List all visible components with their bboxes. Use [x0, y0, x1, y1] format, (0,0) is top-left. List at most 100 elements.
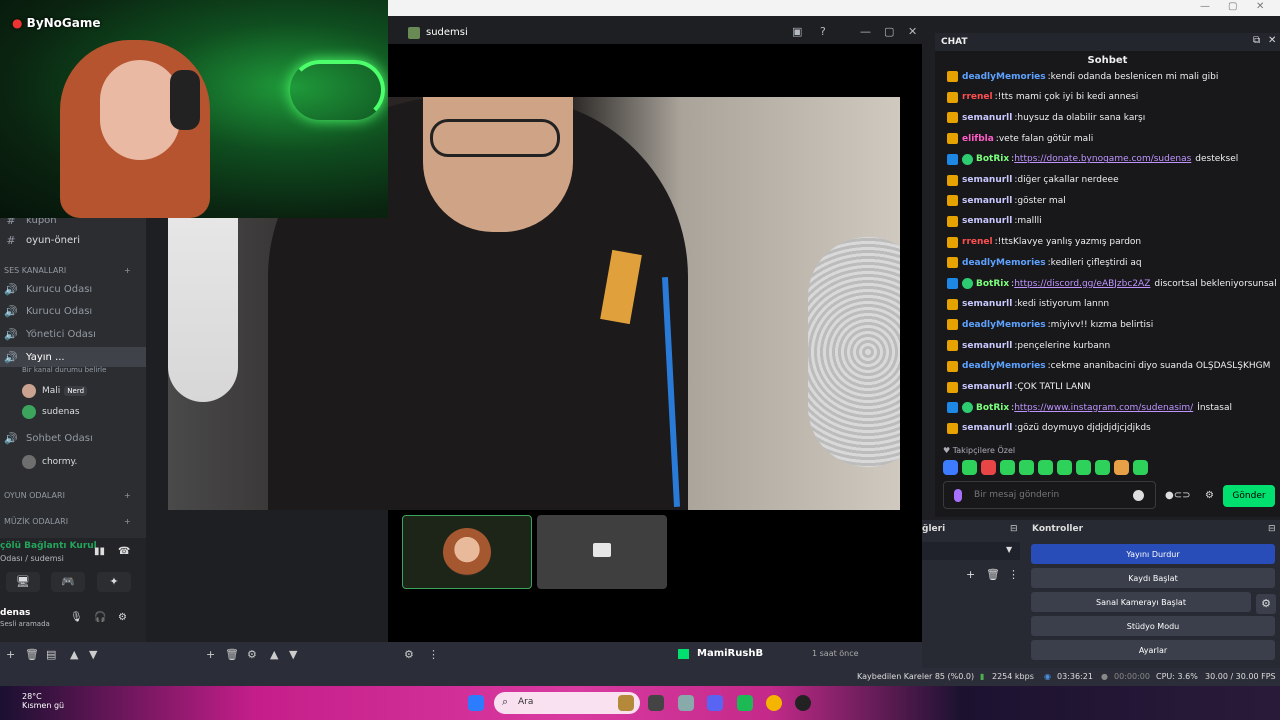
windows-start-icon[interactable]	[468, 695, 484, 711]
voice-channel-yonetici[interactable]: 🔊 Yönetici Odası	[0, 324, 146, 344]
emote-icon[interactable]	[962, 460, 977, 475]
settings-gear-icon[interactable]: ⚙	[247, 648, 257, 661]
emote-icon[interactable]	[981, 460, 996, 475]
sources-select[interactable]: ▼	[922, 542, 1020, 560]
chat-username[interactable]: semanurll	[962, 299, 1012, 309]
settings-app-icon[interactable]	[678, 695, 694, 711]
chat-input-box[interactable]	[943, 481, 1156, 509]
voice-channel-sohbet[interactable]: 🔊 Sohbet Odası	[0, 428, 146, 448]
chat-message-input[interactable]	[974, 486, 1124, 504]
dock-menu-icon[interactable]: ⊟	[1268, 524, 1276, 534]
emote-icon[interactable]	[1133, 460, 1148, 475]
add-icon[interactable]: +	[6, 648, 15, 661]
chrome-icon[interactable]	[766, 695, 782, 711]
weather-widget[interactable]: 28°C Kısmen gü	[22, 692, 64, 710]
chat-username[interactable]: deadlyMemories	[962, 361, 1046, 371]
chat-username[interactable]: elifbla	[962, 134, 994, 144]
category-voice[interactable]: SES KANALLARI +	[4, 266, 131, 275]
obs-icon[interactable]	[795, 695, 811, 711]
channel-oyun-oneri[interactable]: # oyun-öneri	[0, 230, 146, 250]
settings-button[interactable]: Ayarlar	[1031, 640, 1275, 660]
member-mali[interactable]: Mali Nerd	[22, 384, 88, 398]
close-icon[interactable]: ✕	[1256, 1, 1264, 12]
settings-gear-icon[interactable]: ⚙	[118, 612, 127, 623]
soundboard-button[interactable]: ✦	[97, 572, 131, 592]
member-chormy[interactable]: chormy.	[22, 455, 77, 469]
participant-thumbnail-sudenas[interactable]	[402, 515, 532, 589]
maximize-icon[interactable]: ▢	[1228, 1, 1237, 12]
emote-icon[interactable]	[1000, 460, 1015, 475]
add-channel-icon[interactable]: +	[124, 517, 131, 526]
virtual-camera-settings-icon[interactable]: ⚙	[1256, 594, 1276, 614]
close-icon[interactable]: ✕	[908, 25, 917, 38]
emote-icon[interactable]	[1057, 460, 1072, 475]
chat-username[interactable]: semanurll	[962, 175, 1012, 185]
dock-menu-icon[interactable]: ⊟	[1010, 524, 1018, 534]
chat-link[interactable]: https://donate.bynogame.com/sudenas	[1014, 154, 1191, 164]
more-options-icon[interactable]: ⋮	[428, 648, 439, 661]
studio-mode-button[interactable]: Stüdyo Modu	[1031, 616, 1275, 636]
disconnect-icon[interactable]: ☎	[118, 546, 130, 557]
maximize-icon[interactable]: ▢	[884, 25, 894, 38]
start-recording-button[interactable]: Kaydı Başlat	[1031, 568, 1275, 588]
trash-icon[interactable]: 🗑	[986, 568, 1000, 581]
stop-stream-button[interactable]: Yayını Durdur	[1031, 544, 1275, 564]
emote-icon[interactable]	[1019, 460, 1034, 475]
start-virtual-camera-button[interactable]: Sanal Kamerayı Başlat	[1031, 592, 1251, 612]
emote-icon[interactable]	[1038, 460, 1053, 475]
more-options-icon[interactable]: ⋮	[1008, 568, 1019, 581]
add-icon[interactable]: +	[966, 568, 975, 581]
emote-icon[interactable]	[943, 460, 958, 475]
minimize-icon[interactable]: —	[1200, 1, 1210, 12]
chat-username[interactable]: deadlyMemories	[962, 72, 1046, 82]
filter-icon[interactable]: ▤	[46, 648, 56, 661]
mixer-settings-icon[interactable]: ⚙	[404, 648, 414, 661]
send-button[interactable]: Gönder	[1223, 485, 1275, 507]
voice-channel-path[interactable]: Odası / sudemsi	[0, 554, 64, 563]
chat-username[interactable]: BotRix	[976, 279, 1009, 289]
help-icon[interactable]: ?	[820, 25, 826, 38]
chat-username[interactable]: semanurll	[962, 423, 1012, 433]
voice-icon[interactable]	[954, 489, 962, 502]
settings-gear-icon[interactable]: ⚙	[1205, 490, 1214, 501]
move-up-icon[interactable]: ▲	[270, 648, 278, 661]
emote-icon[interactable]	[1076, 460, 1091, 475]
channel-status-placeholder[interactable]: Bir kanal durumu belirle	[22, 366, 106, 374]
add-icon[interactable]: +	[206, 648, 215, 661]
chat-username[interactable]: semanurll	[962, 216, 1012, 226]
trash-icon[interactable]: 🗑	[25, 648, 39, 661]
chat-link[interactable]: https://discord.gg/eABJzbc2AZ	[1014, 279, 1150, 289]
add-channel-icon[interactable]: +	[124, 491, 131, 500]
chat-username[interactable]: rrenel	[962, 92, 993, 102]
chat-username[interactable]: semanurll	[962, 382, 1012, 392]
file-explorer-icon[interactable]	[618, 695, 634, 711]
category-music[interactable]: MÜZİK ODALARI +	[4, 517, 131, 526]
chat-username[interactable]: deadlyMemories	[962, 258, 1046, 268]
chat-username[interactable]: BotRix	[976, 403, 1009, 413]
spotify-icon[interactable]	[737, 695, 753, 711]
member-sudenas[interactable]: sudenas	[22, 405, 80, 419]
participant-thumbnail-camera-off[interactable]	[537, 515, 667, 589]
add-channel-icon[interactable]: +	[124, 266, 131, 275]
move-down-icon[interactable]: ▼	[289, 648, 297, 661]
category-games[interactable]: OYUN ODALARI +	[4, 491, 131, 500]
emote-icon[interactable]	[1095, 460, 1110, 475]
trash-icon[interactable]: 🗑	[225, 648, 239, 661]
screen-share-button[interactable]: 🖥	[6, 572, 40, 592]
microphone-icon[interactable]: 🎙	[70, 612, 83, 623]
discord-icon[interactable]	[707, 695, 723, 711]
current-user-name[interactable]: denas	[0, 608, 30, 618]
chat-username[interactable]: deadlyMemories	[962, 320, 1046, 330]
voice-channel-kurucu-2[interactable]: 🔊 Kurucu Odası	[0, 301, 146, 321]
emote-icon[interactable]	[1114, 460, 1129, 475]
signal-icon[interactable]: ▮▮	[94, 546, 105, 557]
minimize-icon[interactable]: —	[860, 25, 871, 38]
float-dock-icon[interactable]: ⧉	[1253, 35, 1260, 46]
headphones-icon[interactable]: 🎧	[94, 612, 106, 623]
voice-channel-kurucu-1[interactable]: 🔊 Kurucu Odası	[0, 279, 146, 299]
close-icon[interactable]: ✕	[1268, 35, 1276, 46]
voice-channel-yayin[interactable]: 🔊 Yayın ...	[0, 347, 146, 367]
app-icon[interactable]	[648, 695, 664, 711]
popout-icon[interactable]: ▣	[792, 25, 802, 38]
move-down-icon[interactable]: ▼	[89, 648, 97, 661]
